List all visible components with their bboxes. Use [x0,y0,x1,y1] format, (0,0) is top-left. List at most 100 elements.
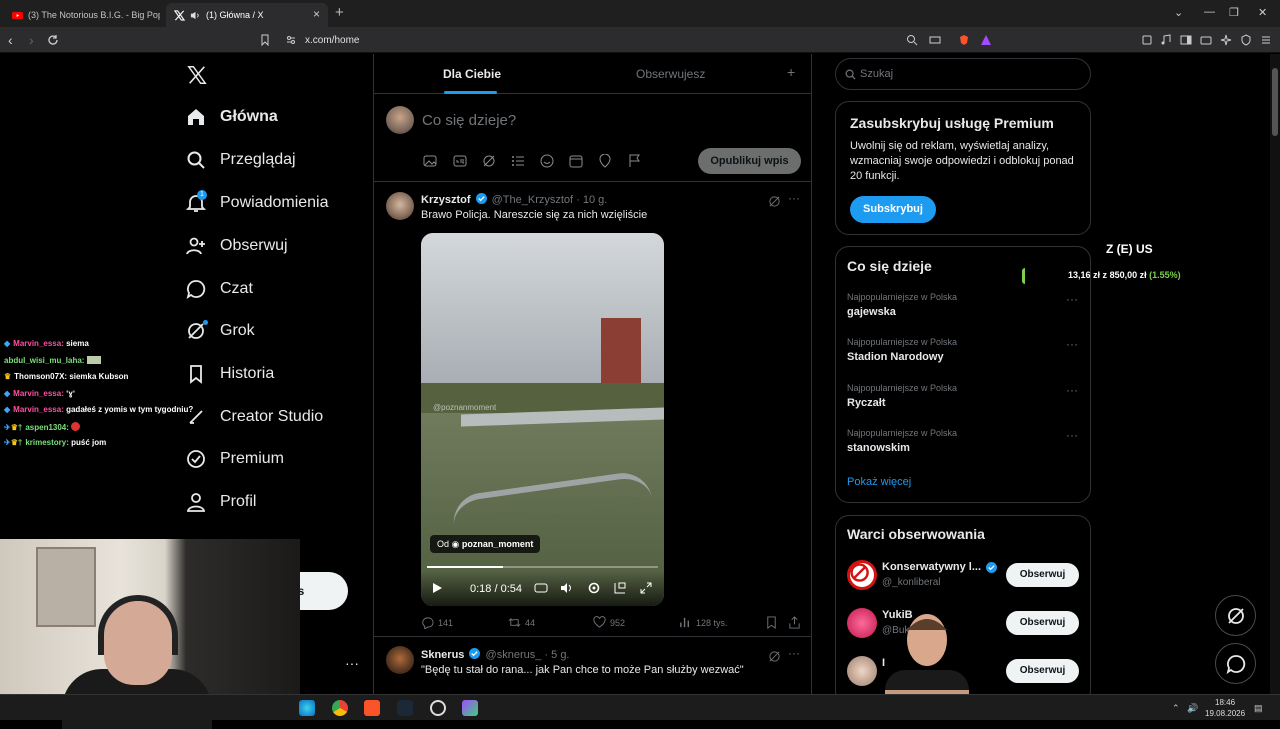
image-icon[interactable] [423,154,437,168]
avatar[interactable] [847,560,877,590]
avatar[interactable] [386,192,414,220]
avatar[interactable] [847,608,877,638]
volume-tray-icon[interactable]: 🔊 [1187,703,1198,714]
cast-icon[interactable] [929,34,941,46]
video-player[interactable]: @poznanmoment Od ◉ poznan_moment 0:18 / … [421,233,664,606]
follow-button[interactable]: Obserwuj [1006,659,1079,683]
like-stat[interactable]: 952 [593,616,625,629]
vpn-icon[interactable] [1240,34,1252,46]
chrome-icon[interactable] [332,700,348,716]
sidebar-item-explore[interactable]: Przeglądaj [186,150,296,170]
poll-icon[interactable] [511,154,525,168]
volume-icon[interactable] [560,581,574,595]
post-more-icon[interactable]: ··· [788,191,800,205]
tab-search-icon[interactable]: ⌄ [1174,6,1183,19]
url-field[interactable] [258,30,1000,50]
scrollbar-thumb[interactable] [1272,68,1278,136]
site-info-icon[interactable] [285,34,297,46]
trend-name[interactable]: Ryczałt [847,397,886,409]
brave-shield-icon[interactable] [958,34,970,46]
edge-icon[interactable] [299,700,315,716]
close-tab-icon[interactable]: × [313,7,320,21]
sidebar-item-chat[interactable]: Czat [186,279,253,299]
compose-input[interactable]: Co się dzieje? [422,112,516,129]
video-source-label[interactable]: Od ◉ poznan_moment [430,535,541,553]
trend-more-icon[interactable]: ··· [1066,292,1078,306]
trend-more-icon[interactable]: ··· [1066,383,1078,397]
messages-fab-button[interactable] [1215,643,1256,684]
system-clock[interactable]: 18:46 19.08.2026 [1205,697,1245,719]
add-tab-button[interactable]: + [787,64,795,80]
views-stat[interactable]: 128 tys. [679,616,728,629]
author-name[interactable]: Krzysztof [421,194,471,206]
forward-icon[interactable]: › [29,32,34,48]
show-more-link[interactable]: Pokaż więcej [847,476,911,488]
post-more-icon[interactable]: ··· [788,646,800,660]
zoom-icon[interactable] [906,34,918,46]
subscribe-button[interactable]: Subskrybuj [850,196,936,223]
grok-explain-icon[interactable] [768,650,781,663]
restore-button[interactable]: ❐ [1229,6,1239,19]
sidebar-item-grok[interactable]: Grok [186,321,255,341]
bookmark-icon[interactable] [765,616,778,629]
publish-button[interactable]: Opublikuj wpis [698,148,801,174]
trend-more-icon[interactable]: ··· [1066,337,1078,351]
fullscreen-icon[interactable] [639,581,653,595]
app-icon[interactable] [462,700,478,716]
emoji-icon[interactable] [540,154,554,168]
search-input[interactable]: Szukaj [835,58,1091,90]
extensions-icon[interactable] [1141,34,1153,46]
sidebar-item-home[interactable]: Główna [186,107,278,127]
wallet-icon[interactable] [1200,34,1212,46]
minimize-button[interactable]: — [1204,6,1215,18]
close-window-button[interactable]: ✕ [1258,6,1267,19]
account-more-icon[interactable]: ··· [345,655,359,671]
post[interactable]: Sknerus @sknerus_ · 5 g. ··· "Będę tu st… [374,638,811,694]
grok-explain-icon[interactable] [768,195,781,208]
captions-icon[interactable] [534,581,548,595]
obs-icon[interactable] [430,700,446,716]
tab-x-home[interactable]: (1) Główna / X × [166,3,328,27]
trend-name[interactable]: Stadion Narodowy [847,351,944,363]
trend-more-icon[interactable]: ··· [1066,428,1078,442]
follow-button[interactable]: Obserwuj [1006,611,1079,635]
media-icon[interactable] [1160,34,1172,46]
new-tab-button[interactable]: + [335,4,344,21]
post[interactable]: Krzysztof @The_Krzysztof · 10 g. ··· Bra… [374,183,811,637]
sidebar-icon[interactable] [1180,34,1192,46]
gif-icon[interactable] [453,154,467,168]
suggested-name[interactable]: Konserwatywny l... [882,561,981,573]
tray-chevron-icon[interactable]: ⌃ [1172,703,1180,714]
trend-name[interactable]: gajewska [847,306,896,318]
trend-name[interactable]: stanowskim [847,442,910,454]
play-icon[interactable] [430,581,444,595]
author-handle[interactable]: @The_Krzysztof [492,194,573,206]
grok-fab-button[interactable] [1215,595,1256,636]
repost-stat[interactable]: 44 [508,616,535,629]
menu-icon[interactable] [1260,34,1272,46]
steam-icon[interactable] [397,700,413,716]
pip-icon[interactable] [613,581,627,595]
location-icon[interactable] [598,154,612,168]
bookmark-page-icon[interactable] [259,34,271,46]
tab-youtube[interactable]: (3) The Notorious B.I.G. - Big Poppa ( [4,3,160,27]
brave-rewards-icon[interactable] [980,34,992,46]
notifications-tray-icon[interactable]: ▤ [1254,703,1263,714]
tab-following[interactable]: Obserwujesz [636,67,705,81]
sidebar-item-notifications[interactable]: Powiadomienia [186,193,329,213]
settings-icon[interactable] [587,581,601,595]
sidebar-item-follow[interactable]: Obserwuj [186,236,288,256]
author-handle[interactable]: @sknerus_ [486,649,542,661]
sidebar-item-profile[interactable]: Profil [186,492,256,512]
follow-button[interactable]: Obserwuj [1006,563,1079,587]
grok-compose-icon[interactable] [482,154,496,168]
back-icon[interactable]: ‹ [8,32,13,48]
flag-icon[interactable] [628,154,642,168]
brave-icon[interactable] [364,700,380,716]
share-icon[interactable] [788,616,801,629]
avatar[interactable] [386,646,414,674]
post-time[interactable]: · 5 g. [544,649,569,661]
author-name[interactable]: Sknerus [421,649,464,661]
video-progress-bar[interactable] [427,566,658,568]
x-logo-icon[interactable] [186,64,208,86]
